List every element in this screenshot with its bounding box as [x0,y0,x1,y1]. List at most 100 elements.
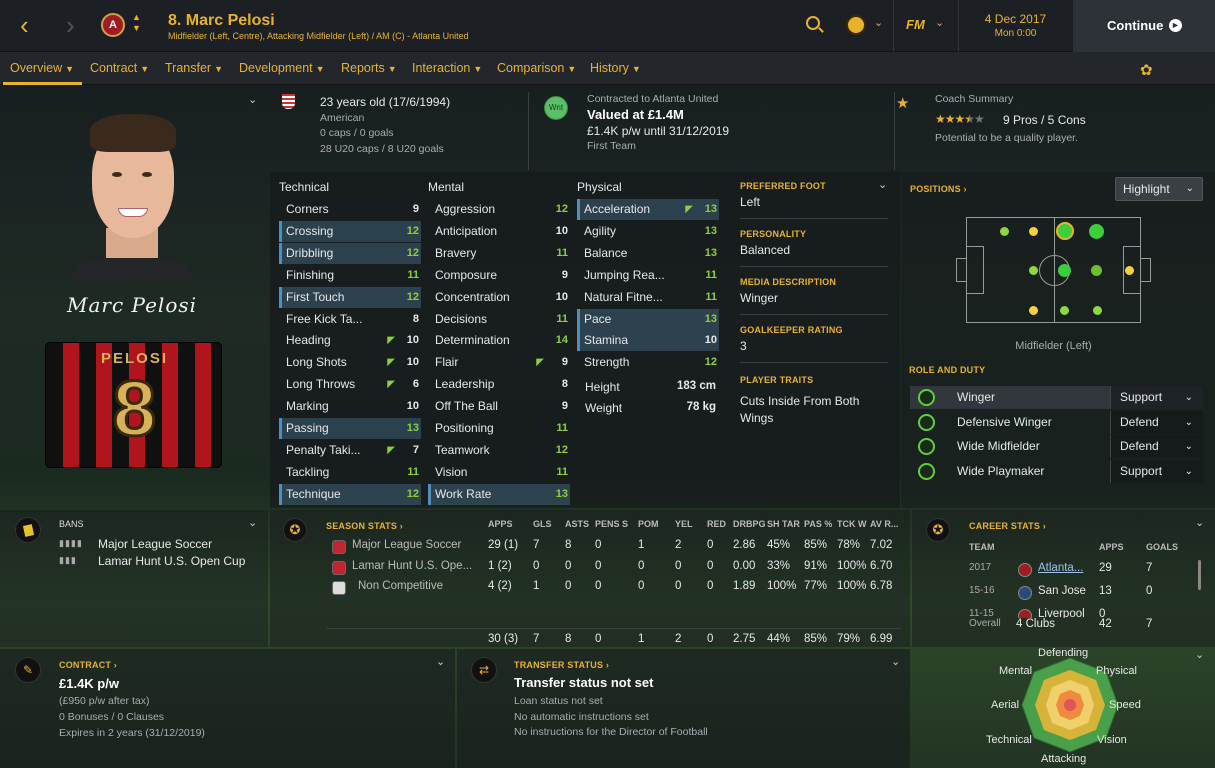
attribute-row[interactable]: Technique 12 [279,483,421,505]
season-column-header[interactable]: ASTS [565,519,589,529]
duty-dropdown[interactable]: Defend ⌄ [1110,435,1203,458]
attribute-row[interactable]: Natural Fitne... 11 [577,287,719,308]
fm-logo[interactable]: FM [906,17,925,32]
expand-chevron-icon[interactable]: ⌄ [248,93,257,106]
attribute-row[interactable]: Corners 9 [279,199,421,220]
competition-name[interactable]: Major League Soccer [352,539,461,551]
competition-name[interactable]: Non Competitive [358,580,443,592]
attribute-row[interactable]: Aggression 12 [428,199,570,220]
attribute-row[interactable]: Crossing 12 [279,220,421,242]
tab-history[interactable]: History ▼ [590,61,641,75]
tab-contract[interactable]: Contract ▼ [90,61,149,75]
career-row[interactable]: 15-16 San Jose 13 0 [960,585,1195,605]
attribute-row[interactable]: Stamina 10 [577,330,719,352]
attribute-row[interactable]: Long Shots ◤ 10 [279,352,421,373]
tab-development[interactable]: Development ▼ [239,61,325,75]
globe-icon[interactable] [846,15,866,35]
tab-comparison[interactable]: Comparison ▼ [497,61,576,75]
attribute-row[interactable]: Long Throws ◤ 6 [279,374,421,395]
duty-dropdown[interactable]: Support ⌄ [1110,459,1203,483]
season-column-header[interactable]: AV R... [870,519,898,529]
expand-chevron-icon[interactable]: ⌄ [436,655,445,668]
pros-cons[interactable]: 9 Pros / 5 Cons [1003,113,1086,127]
attribute-row[interactable]: Free Kick Ta... 8 [279,309,421,330]
attribute-row[interactable]: Acceleration ◤ 13 [577,199,719,220]
expand-chevron-icon[interactable]: ⌄ [1195,648,1204,661]
scrollbar[interactable] [1198,560,1201,590]
expand-chevron-icon[interactable]: ⌄ [248,516,257,529]
attribute-row[interactable]: Anticipation 10 [428,221,570,242]
attribute-row[interactable]: Pace 13 [577,308,719,330]
attribute-row[interactable]: Dribbling 12 [279,242,421,264]
attribute-row[interactable]: Off The Ball 9 [428,396,570,417]
career-column-header[interactable]: TEAM [969,542,995,552]
chevron-down-icon[interactable]: ⌄ [874,16,883,29]
expand-chevron-icon[interactable]: ⌄ [1195,516,1204,529]
duty-dropdown[interactable]: Support ⌄ [1110,386,1203,409]
competition-name[interactable]: Lamar Hunt U.S. Ope... [352,560,472,572]
expand-chevron-icon[interactable]: ⌄ [891,655,900,668]
career-row[interactable]: 11-15 Liverpool 0 [960,608,1195,618]
attribute-row[interactable]: Finishing 11 [279,265,421,286]
attribute-row[interactable]: Marking 10 [279,396,421,417]
season-column-header[interactable]: APPS [488,519,513,529]
attribute-row[interactable]: Concentration 10 [428,287,570,308]
continue-button[interactable]: Continue ► [1073,0,1215,52]
attribute-row[interactable]: Bravery 11 [428,243,570,264]
season-column-header[interactable]: POM [638,519,659,529]
attribute-row[interactable]: Balance 13 [577,243,719,264]
season-column-header[interactable]: TCK W [837,519,867,529]
contract-label[interactable]: CONTRACT › [59,660,117,670]
tab-reports[interactable]: Reports ▼ [341,61,397,75]
attribute-row[interactable]: Decisions 11 [428,309,570,330]
attribute-row[interactable]: Vision 11 [428,462,570,483]
positions-label[interactable]: POSITIONS › [910,184,967,194]
duty-dropdown[interactable]: Defend ⌄ [1110,410,1203,434]
forward-arrow-icon[interactable]: › [66,12,75,38]
season-column-header[interactable]: DRBPG [733,519,766,529]
club-crest-icon[interactable]: A [101,13,125,37]
attribute-row[interactable]: First Touch 12 [279,286,421,308]
attribute-row[interactable]: Teamwork 12 [428,440,570,461]
season-column-header[interactable]: GLS [533,519,552,529]
attribute-row[interactable]: Agility 13 [577,221,719,242]
career-column-header[interactable]: APPS [1099,542,1124,552]
career-stats-label[interactable]: CAREER STATS › [969,521,1046,531]
formation-icon[interactable]: ✿ [1140,61,1153,79]
attribute-row[interactable]: Flair ◤ 9 [428,352,570,373]
role-row[interactable]: Winger Support ⌄ [910,386,1203,409]
highlight-dropdown[interactable]: Highlight ⌄ [1115,177,1203,201]
attribute-row[interactable]: Jumping Rea... 11 [577,265,719,286]
attribute-row[interactable]: Tackling 11 [279,462,421,483]
chevron-down-icon[interactable]: ⌄ [935,16,944,29]
attribute-row[interactable]: Work Rate 13 [428,483,570,505]
attribute-row[interactable]: Leadership 8 [428,374,570,395]
tab-transfer[interactable]: Transfer ▼ [165,61,223,75]
attribute-row[interactable]: Positioning 11 [428,418,570,439]
season-stats-label[interactable]: SEASON STATS › [326,521,403,531]
season-column-header[interactable]: RED [707,519,726,529]
back-arrow-icon[interactable]: ‹ [20,12,29,38]
season-column-header[interactable]: PENS S [595,519,628,529]
tab-interaction[interactable]: Interaction ▼ [412,61,482,75]
attribute-row[interactable]: Heading ◤ 10 [279,330,421,351]
expand-chevron-icon[interactable]: ⌄ [878,178,887,191]
transfer-status-label[interactable]: TRANSFER STATUS › [514,660,609,670]
career-row[interactable]: 2017 Atlanta... 29 7 [960,562,1195,582]
role-row[interactable]: Wide Midfielder Defend ⌄ [910,435,1203,458]
attribute-row[interactable]: Passing 13 [279,418,421,439]
role-row[interactable]: Wide Playmaker Support ⌄ [910,459,1203,483]
player-switch-icon[interactable]: ▲ ▼ [132,12,141,34]
attribute-row[interactable]: Penalty Taki... ◤ 7 [279,440,421,461]
attribute-row[interactable]: Strength 12 [577,352,719,373]
attribute-row[interactable]: Determination 14 [428,330,570,351]
attribute-row[interactable]: Composure 9 [428,265,570,286]
tab-overview[interactable]: Overview ▼ [10,61,74,75]
season-column-header[interactable]: YEL [675,519,693,529]
season-column-header[interactable]: PAS % [804,519,832,529]
season-column-header[interactable]: SH TAR [767,519,800,529]
career-column-header[interactable]: GOALS [1146,542,1178,552]
position-dot [1029,306,1038,315]
contract-icon: ✎ [15,657,41,683]
role-row[interactable]: Defensive Winger Defend ⌄ [910,410,1203,434]
